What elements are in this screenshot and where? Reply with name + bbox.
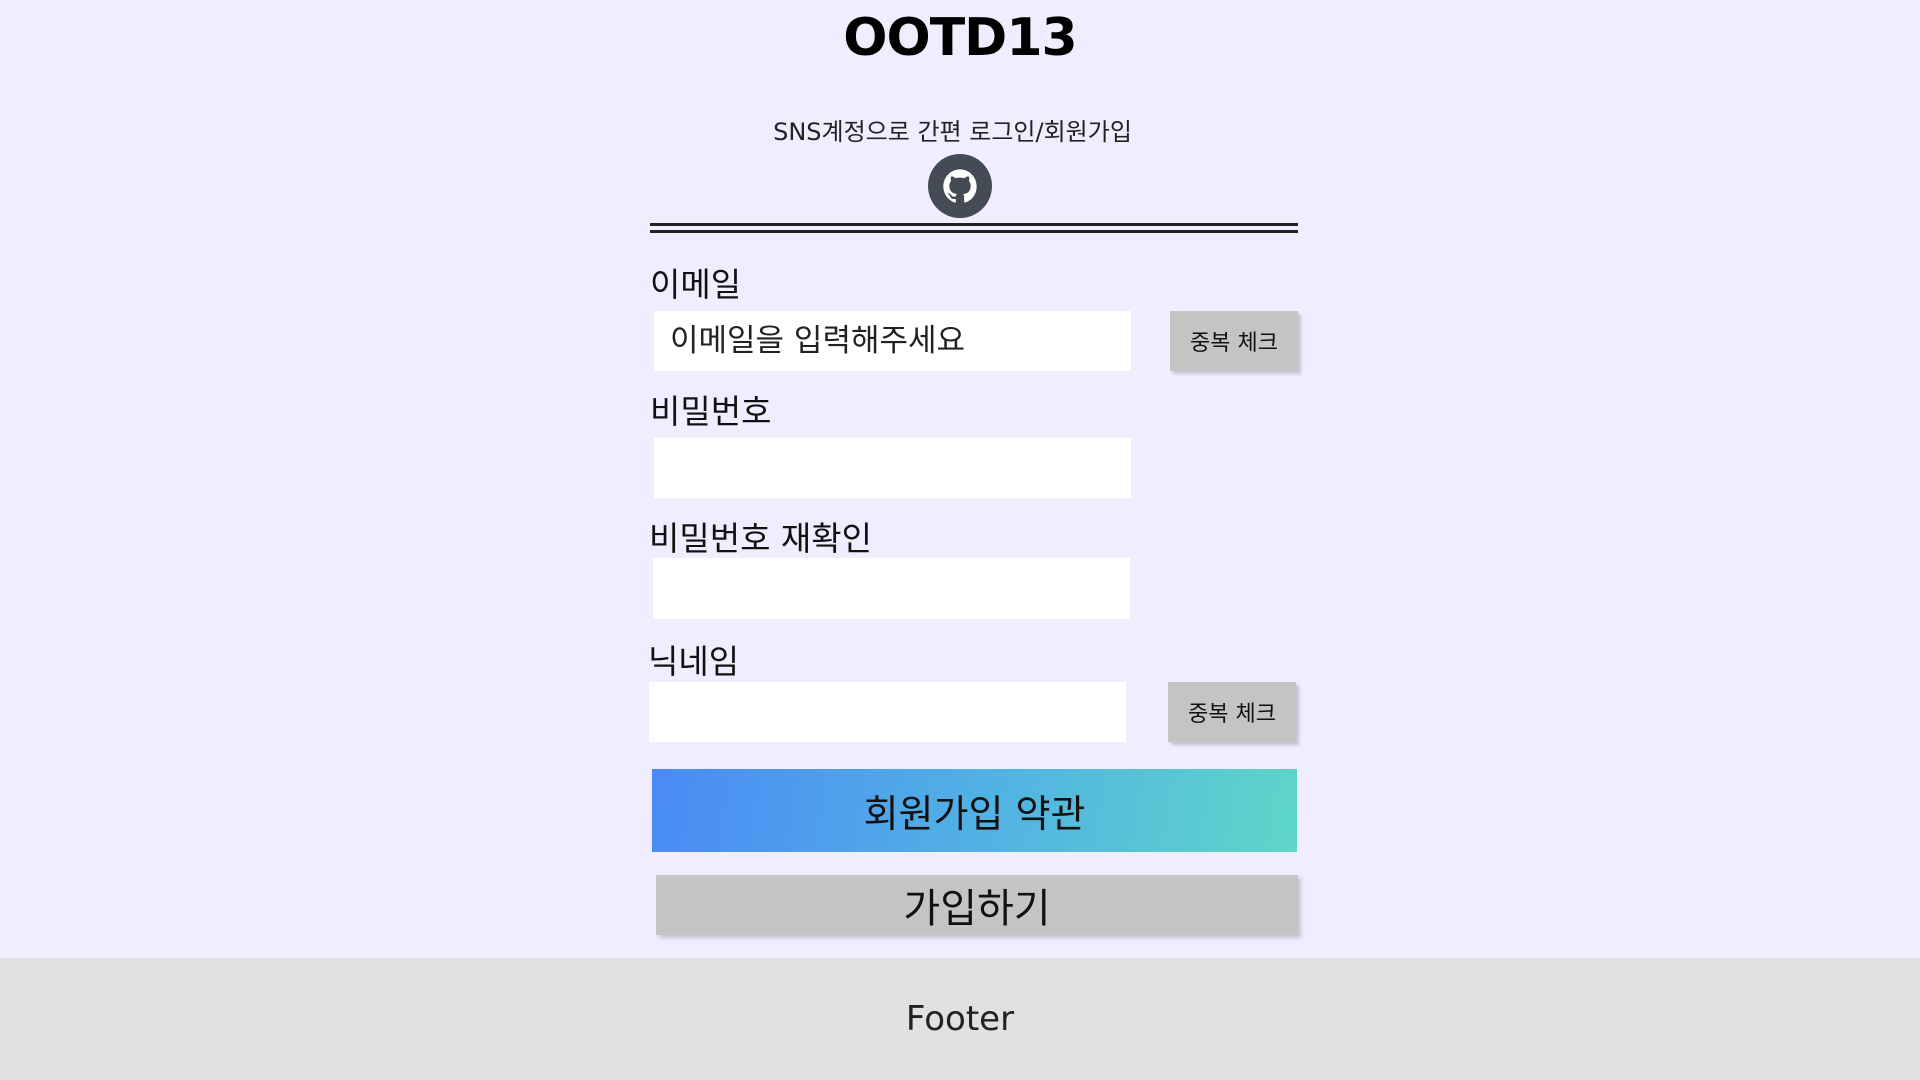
password-confirm-label: 비밀번호 재확인 [649,519,873,558]
signup-terms-button[interactable]: 회원가입 약관 [652,769,1297,852]
footer: Footer [0,958,1920,1080]
signup-page: OOTD13 SNS계정으로 간편 로그인/회원가입 이메일 중복 체크 비밀번… [0,0,1920,1080]
email-label: 이메일 [650,265,742,304]
password-input[interactable] [654,438,1131,498]
email-duplicate-check-button[interactable]: 중복 체크 [1170,311,1298,371]
github-login-button[interactable] [928,154,992,218]
nickname-duplicate-check-button[interactable]: 중복 체크 [1168,682,1296,742]
nickname-label: 닉네임 [648,642,740,681]
nickname-input[interactable] [649,682,1126,742]
signup-submit-button[interactable]: 가입하기 [656,875,1298,935]
password-confirm-input[interactable] [653,558,1130,619]
github-icon [943,169,977,203]
section-divider [650,223,1298,233]
app-logo[interactable]: OOTD13 [0,8,1920,68]
email-input[interactable] [654,311,1131,371]
footer-text: Footer [905,999,1015,1039]
password-label: 비밀번호 [650,392,772,431]
sns-login-label: SNS계정으로 간편 로그인/회원가입 [773,118,1132,146]
